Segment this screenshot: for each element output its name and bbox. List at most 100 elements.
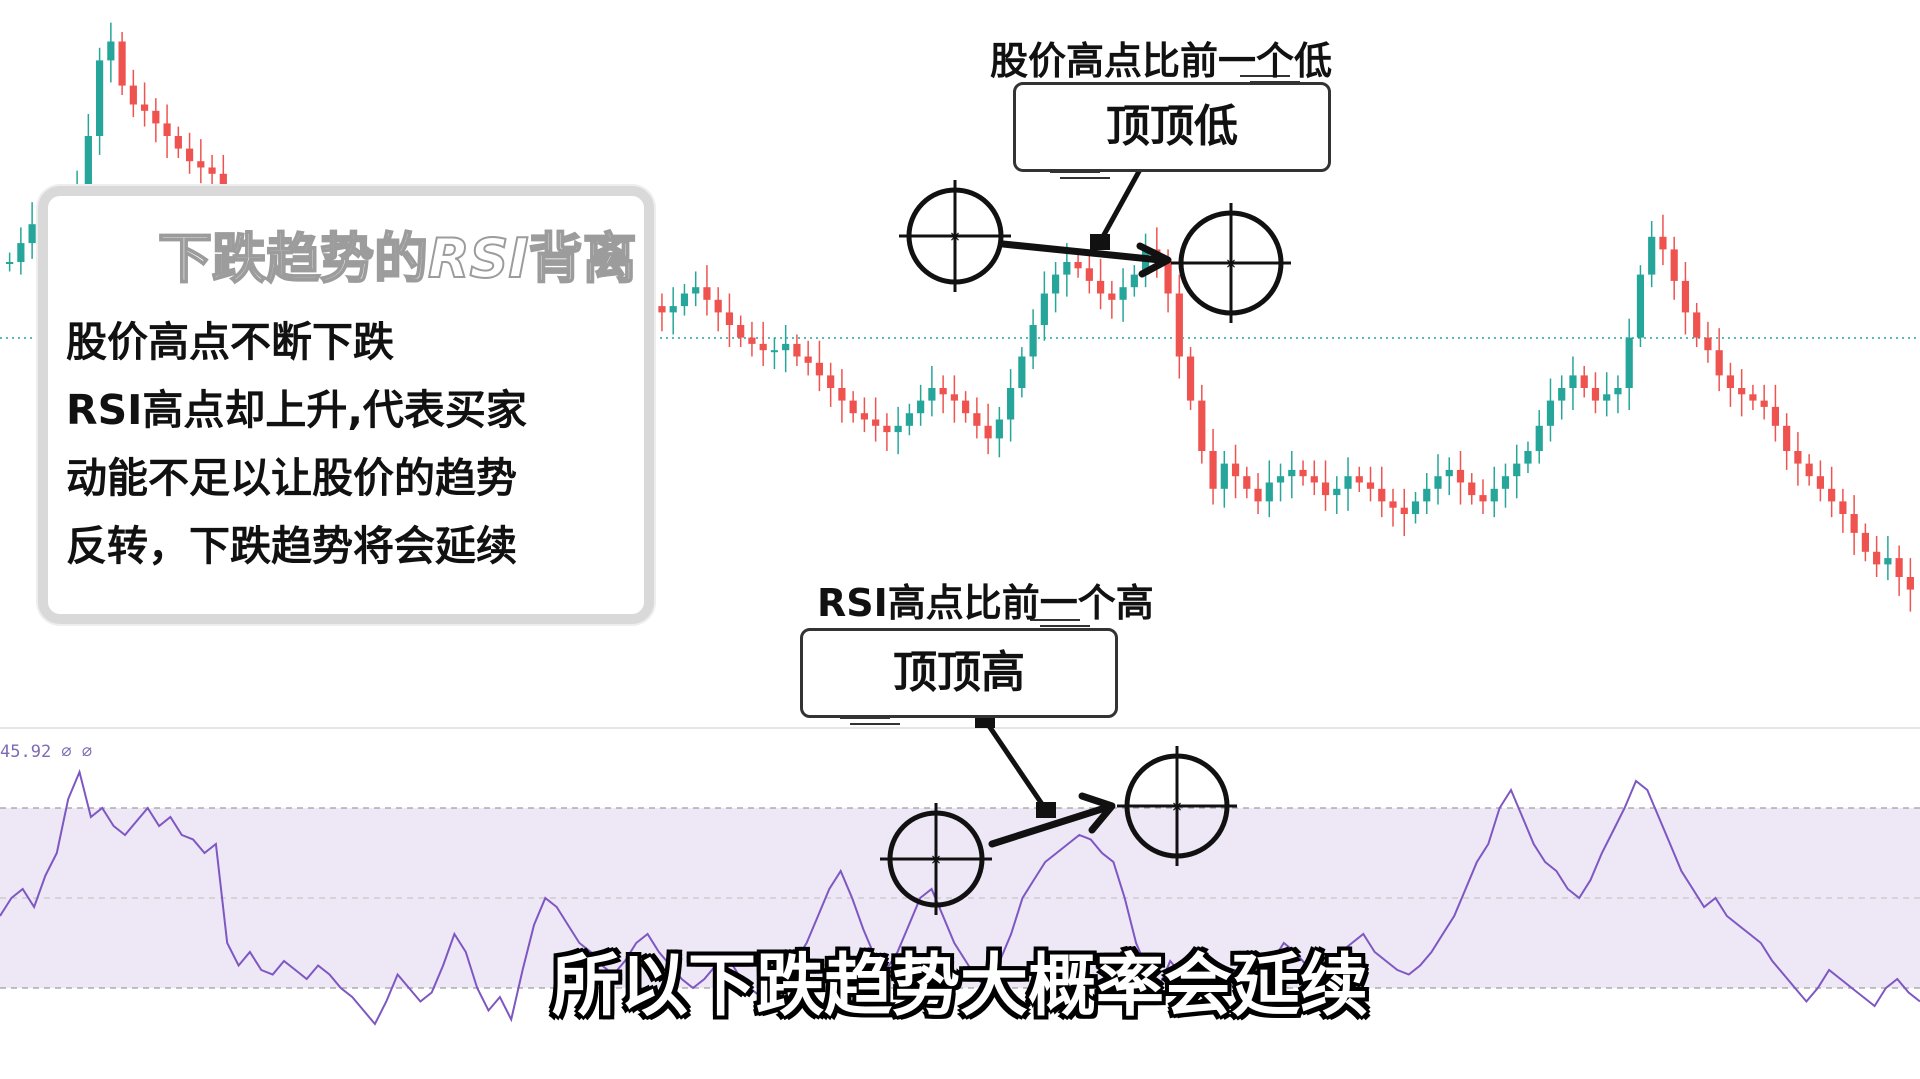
candle-body <box>1760 400 1768 407</box>
candle-body <box>1456 469 1465 483</box>
candle-body <box>759 343 767 351</box>
info-box-title-suffix: 背离 <box>528 226 638 291</box>
candle-body <box>872 419 880 426</box>
candle-body <box>118 41 126 86</box>
info-line-3: 动能不足以让股价的趋势 <box>66 454 517 502</box>
candle-body <box>1018 356 1026 388</box>
candle-body <box>1591 388 1600 401</box>
candle-body <box>1468 482 1476 496</box>
candle-body <box>950 394 958 401</box>
candle-body <box>1366 482 1375 489</box>
candle-body <box>1693 312 1701 338</box>
info-line-1: 股价高点不断下跌 <box>66 318 394 366</box>
candle-body <box>838 388 846 401</box>
candle-body <box>917 400 925 414</box>
candle-body <box>1839 501 1847 514</box>
candle-body <box>1254 488 1262 502</box>
candle-body <box>1546 400 1555 426</box>
candle-body <box>1434 476 1442 489</box>
candle-body <box>96 60 104 136</box>
candle-body <box>1805 463 1813 477</box>
candle-body <box>1007 388 1015 420</box>
candle-body <box>680 293 689 307</box>
info-line-2: RSI高点却上升,代表买家 <box>66 386 527 434</box>
candle-body <box>1355 476 1363 483</box>
candle-body <box>1580 375 1588 388</box>
candle-body <box>815 362 824 376</box>
candle-body <box>1614 388 1622 395</box>
candle-body <box>129 85 137 105</box>
candle-body <box>748 337 756 344</box>
candle-body <box>725 312 734 325</box>
candle-body <box>140 104 149 111</box>
candle-body <box>1085 268 1093 281</box>
svg-text:×: × <box>930 852 942 868</box>
candle-body <box>84 136 92 187</box>
candle-body <box>107 41 115 61</box>
info-line-4: 反转，下跌趋势将会延续 <box>66 522 517 570</box>
candle-body <box>658 306 666 313</box>
candle-body <box>1873 551 1881 565</box>
candle-body <box>1738 388 1746 395</box>
price-high-1-marker: × <box>899 180 1011 292</box>
candle-body <box>692 287 700 294</box>
rsi-readout: 45.92 ∅ ∅ <box>0 742 93 762</box>
candle-body <box>804 356 812 363</box>
candle-body <box>1063 262 1071 275</box>
candle-body <box>1108 293 1116 300</box>
svg-text:×: × <box>949 229 961 245</box>
candle-body <box>1209 451 1217 489</box>
candle-body <box>1501 476 1510 489</box>
candle-body <box>1659 236 1667 250</box>
candle-body <box>860 413 868 420</box>
candle-body <box>1119 287 1127 300</box>
candle-body <box>163 123 171 136</box>
candle-body <box>1783 425 1791 451</box>
candle-body <box>1625 337 1633 388</box>
candle-body <box>973 413 981 426</box>
info-box-title-prefix: 下跌趋势的 <box>157 226 429 291</box>
candle-body <box>962 400 970 414</box>
candle-body <box>1400 507 1408 514</box>
candle-body <box>782 343 790 351</box>
candle-body <box>1636 274 1645 338</box>
candle-body <box>1490 488 1498 502</box>
price-high-2-marker: × <box>1171 203 1291 323</box>
candle-body <box>1052 274 1060 294</box>
candle-body <box>1074 262 1082 269</box>
candle-body <box>1231 463 1240 477</box>
candle-body <box>1333 488 1341 496</box>
rsi-annotation-badge: 顶顶高 <box>800 628 1118 718</box>
candle-body <box>152 110 160 124</box>
candle-body <box>984 425 992 439</box>
candle-body <box>827 375 835 388</box>
candle-body <box>1749 394 1757 401</box>
video-subtitle: 所以下跌趋势大概率会延续 <box>551 947 1368 1026</box>
candle-body <box>197 161 205 168</box>
candle-body <box>1321 482 1330 496</box>
candle-body <box>1861 532 1869 552</box>
candle-body <box>1648 236 1656 275</box>
candle-body <box>185 148 194 162</box>
candle-body <box>1906 577 1914 590</box>
candle-body <box>1569 375 1577 388</box>
candle-body <box>703 287 711 300</box>
candle-body <box>793 343 801 357</box>
info-box-title-rsi: RSI <box>427 226 530 291</box>
candle-body <box>894 425 902 433</box>
candle-body <box>1198 400 1206 451</box>
price-annotation-label: 股价高点比前一个低 <box>990 39 1333 83</box>
candle-body <box>1726 375 1735 388</box>
info-box: 下跌趋势的RSI背离 股价高点不断下跌 RSI高点却上升,代表买家 动能不足以让… <box>38 186 654 624</box>
candle-body <box>1794 451 1802 464</box>
candle-body <box>770 350 779 353</box>
candle-body <box>1186 356 1195 401</box>
candle-body <box>1164 262 1172 294</box>
candle-body <box>1299 469 1307 477</box>
candle-body <box>1603 394 1611 401</box>
candle-body <box>1850 514 1858 533</box>
price-annotation-badge: 顶顶低 <box>1013 82 1331 172</box>
candle-body <box>1423 488 1431 502</box>
candle-body <box>669 306 677 313</box>
candle-body <box>1816 476 1824 489</box>
